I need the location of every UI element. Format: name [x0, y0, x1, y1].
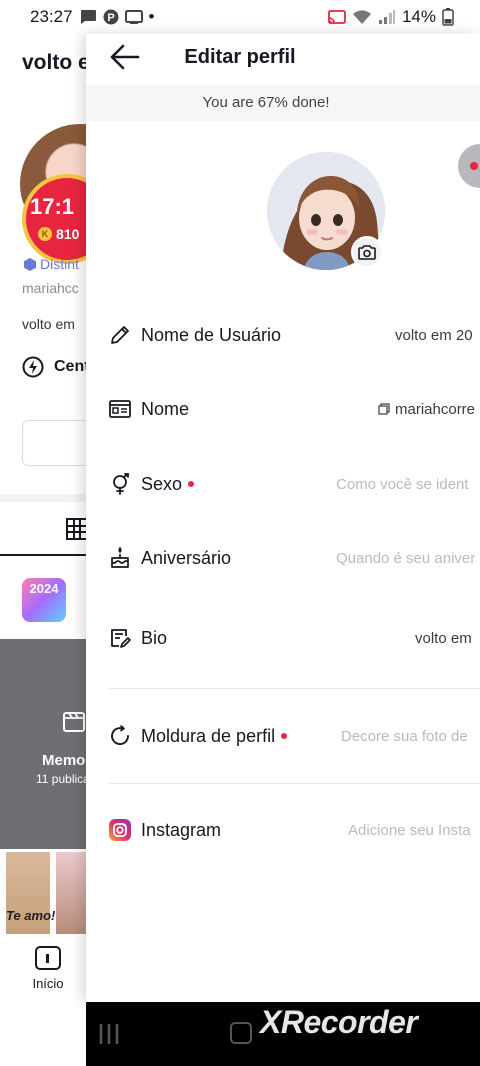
name-label-text: Nome: [141, 398, 190, 419]
lightning-icon: [22, 356, 44, 378]
new-dot: [188, 481, 195, 487]
wifi-icon: [352, 10, 371, 24]
instagram-label-text: Instagram: [141, 819, 222, 840]
bg-badge-text: Distint: [40, 256, 79, 272]
message-icon: [80, 10, 96, 24]
birthday-value: Quando é seu aniver: [336, 549, 476, 567]
bg-memories-tile: [0, 639, 86, 849]
coin-icon: K: [38, 227, 52, 241]
name-label: Nome: [141, 399, 189, 420]
instagram-row[interactable]: Instagram Adicione seu Insta: [86, 803, 480, 857]
frame-ring-icon: [111, 725, 129, 745]
birthday-label: Aniversário: [141, 548, 231, 569]
gender-label: Sexo: [141, 473, 195, 495]
cast-icon: [328, 10, 346, 24]
progress-banner: You are 67% done!: [86, 85, 480, 121]
section-divider: [108, 783, 480, 784]
bio-label-text: Bio: [141, 627, 168, 648]
profile-frame-row[interactable]: Moldura de perfil Decore sua foto de: [86, 709, 480, 763]
instagram-value: Adicione seu Insta: [348, 821, 471, 839]
home-icon: [35, 946, 61, 970]
bg-creator-center: Cent: [22, 356, 86, 378]
bg-distinction-badge: Distint: [24, 256, 79, 272]
username-label-text: Nome de Usuário: [141, 324, 282, 345]
hexagon-icon: [24, 257, 36, 271]
bg-thumbnail: [56, 852, 86, 934]
section-divider: [108, 688, 480, 689]
status-bar: 23:27 P • 14%: [0, 0, 480, 34]
background-profile-page: volto e 17:1 K 810 Distint mariahcc volt…: [0, 34, 86, 1066]
recents-icon[interactable]: [98, 1022, 120, 1046]
bg-tab-indicator: [0, 554, 86, 556]
panel-header: Editar perfil: [86, 34, 480, 82]
bg-home-label: Início: [32, 976, 64, 991]
bg-live-time: 17:1: [30, 194, 75, 219]
gender-label-text: Sexo: [141, 473, 183, 494]
username-value: volto em 20: [395, 326, 473, 344]
username-label: Nome de Usuário: [141, 325, 281, 346]
home-button-icon[interactable]: [230, 1022, 252, 1044]
gender-value: Como você se ident: [336, 475, 469, 493]
battery-icon: [442, 8, 454, 26]
battery-percent: 14%: [401, 7, 436, 26]
bio-label: Bio: [141, 628, 167, 649]
signal-icon: [378, 10, 395, 24]
bio-value: volto em: [415, 629, 472, 647]
bg-edit-button: [22, 420, 86, 466]
bg-username: mariahcc: [22, 280, 79, 296]
floating-bubble[interactable]: [458, 144, 480, 188]
instagram-icon: [109, 819, 131, 841]
username-row[interactable]: Nome de Usuário volto em 20: [86, 308, 480, 362]
edit-profile-panel: Editar perfil You are 67% done! Nome de …: [86, 34, 480, 1002]
page-title: Editar perfil: [184, 46, 296, 68]
profile-frame-label-text: Moldura de perfil: [141, 725, 276, 746]
system-nav-bar: XRecorder: [86, 1002, 480, 1066]
name-row[interactable]: Nome mariahcorre: [86, 382, 480, 436]
bg-profile-title: volto e: [22, 51, 86, 74]
copy-icon: [378, 403, 390, 415]
bg-divider: [0, 494, 86, 502]
birthday-row[interactable]: Aniversário Quando é seu aniver: [86, 531, 480, 585]
profile-frame-value: Decore sua foto de: [341, 727, 468, 745]
bg-memories-count: 11 publica: [36, 772, 86, 786]
bg-2024-sticker: 2024: [22, 578, 66, 622]
bio-edit-icon: [111, 629, 131, 648]
bg-center-label: Cent: [54, 358, 86, 375]
name-value: mariahcorre: [395, 400, 476, 418]
bg-bio: volto em: [22, 316, 75, 332]
film-icon: [63, 712, 85, 732]
bg-thumbnail-caption: Te amo!: [6, 908, 56, 923]
bg-live-coins: K 810: [38, 226, 79, 242]
cast-screen-icon: [124, 10, 143, 24]
gender-row[interactable]: Sexo Como você se ident: [86, 457, 480, 511]
bg-home-tab: Início: [20, 946, 76, 991]
grid-icon: [66, 518, 86, 540]
avatar-editor[interactable]: [267, 152, 385, 270]
profile-frame-label: Moldura de perfil: [141, 725, 288, 747]
camera-icon: [358, 245, 376, 260]
status-dot: •: [148, 7, 155, 26]
change-photo-button[interactable]: [351, 236, 383, 268]
pencil-icon: [111, 326, 129, 344]
id-card-icon: [109, 400, 131, 418]
cake-icon: [111, 547, 129, 568]
bg-memories-label: Memo: [42, 752, 86, 769]
pinterest-icon: P: [103, 9, 119, 25]
bio-row[interactable]: Bio volto em: [86, 611, 480, 665]
status-time: 23:27: [30, 7, 73, 26]
new-dot: [281, 733, 288, 739]
svg-text:P: P: [107, 12, 114, 24]
birthday-label-text: Aniversário: [141, 547, 232, 568]
gender-icon: [113, 473, 129, 495]
instagram-label: Instagram: [141, 820, 221, 841]
status-right: 14%: [328, 7, 454, 27]
status-left: 23:27 P •: [30, 7, 155, 27]
recorder-watermark: XRecorder: [260, 1004, 418, 1040]
bg-coin-count: 810: [56, 226, 80, 242]
